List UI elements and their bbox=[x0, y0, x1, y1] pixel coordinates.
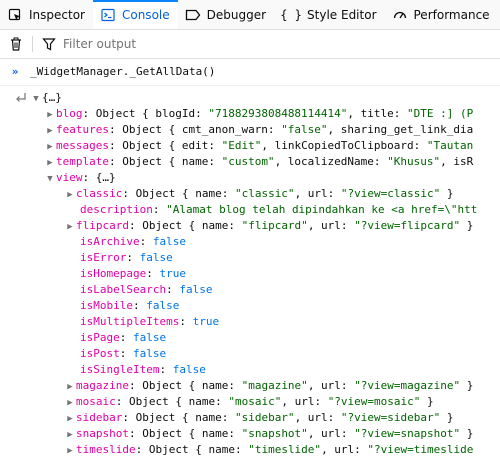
tree-row-bool: isLabelSearch: false bbox=[80, 283, 213, 296]
expanded-arrow-icon[interactable]: ▼ bbox=[30, 91, 42, 106]
tree-row-view[interactable]: ▼ view: {…} bbox=[0, 170, 500, 186]
tree-row-bool: isMultipleItems: true bbox=[80, 315, 220, 328]
tab-label: Style Editor bbox=[307, 7, 377, 22]
tab-console[interactable]: Console bbox=[92, 0, 178, 29]
tree-row-bool: isError: false bbox=[80, 251, 173, 264]
result-object-tree: ▼ {…} ▶ blog: Object { blogId: "7188293808… bbox=[0, 86, 500, 458]
collapsed-arrow-icon[interactable]: ▶ bbox=[44, 123, 56, 138]
tab-debugger[interactable]: Debugger bbox=[178, 0, 274, 29]
collapsed-arrow-icon[interactable]: ▶ bbox=[44, 155, 56, 170]
style-editor-icon: { } bbox=[280, 7, 302, 22]
tree-row-description: description: "Alamat blog telah dipindah… bbox=[80, 203, 478, 216]
tree-row-bool: isPost: false bbox=[80, 347, 167, 360]
tree-row-messages[interactable]: ▶ messages: Object { edit: "Edit", linkCo… bbox=[0, 138, 500, 154]
expanded-arrow-icon[interactable]: ▼ bbox=[44, 171, 56, 186]
tree-row-bool: isHomepage: true bbox=[80, 267, 186, 280]
collapsed-arrow-icon[interactable]: ▶ bbox=[64, 379, 76, 394]
tree-row-snapshot[interactable]: ▶ snapshot: Object { name: "snapshot", ur… bbox=[0, 426, 500, 442]
tree-row-root[interactable]: ▼ {…} bbox=[0, 90, 500, 106]
tree-row-template[interactable]: ▶ template: Object { name: "custom", loca… bbox=[0, 154, 500, 170]
tab-inspector[interactable]: Inspector bbox=[0, 0, 93, 29]
filter-icon bbox=[39, 34, 59, 54]
collapsed-arrow-icon[interactable]: ▶ bbox=[44, 139, 56, 154]
collapsed-arrow-icon[interactable]: ▶ bbox=[64, 427, 76, 442]
collapsed-arrow-icon[interactable]: ▶ bbox=[44, 107, 56, 122]
filter-input[interactable]: Filter output bbox=[63, 37, 136, 51]
tree-row-mosaic[interactable]: ▶ mosaic: Object { name: "mosaic", url: "… bbox=[0, 394, 500, 410]
collapsed-arrow-icon[interactable]: ▶ bbox=[64, 395, 76, 410]
tree-row-classic[interactable]: ▶ classic: Object { name: "classic", url:… bbox=[0, 186, 500, 202]
trash-icon[interactable] bbox=[6, 34, 26, 54]
collapsed-arrow-icon[interactable]: ▶ bbox=[64, 411, 76, 426]
prompt-chevron-icon: » bbox=[11, 65, 19, 78]
tree-row-bool: isMobile: false bbox=[80, 299, 180, 312]
tab-label: Debugger bbox=[206, 7, 267, 22]
tree-row-bool: isPage: false bbox=[80, 331, 167, 344]
tree-row-magazine[interactable]: ▶ magazine: Object { name: "magazine", ur… bbox=[0, 378, 500, 394]
tree-row-features[interactable]: ▶ features: Object { cmt_anon_warn: "fals… bbox=[0, 122, 500, 138]
tab-label: Performance bbox=[413, 7, 490, 22]
tree-row-sidebar[interactable]: ▶ sidebar: Object { name: "sidebar", url:… bbox=[0, 410, 500, 426]
tab-performance[interactable]: Performance bbox=[385, 0, 498, 29]
tree-row-blog[interactable]: ▶ blog: Object { blogId: "718829380848811… bbox=[0, 106, 500, 122]
console-icon bbox=[100, 7, 116, 23]
tab-style-editor[interactable]: { } Style Editor bbox=[274, 0, 384, 29]
collapsed-arrow-icon[interactable]: ▶ bbox=[64, 219, 76, 234]
tree-row-timeslide[interactable]: ▶ timeslide: Object { name: "timeslide", … bbox=[0, 442, 500, 458]
tab-label: Inspector bbox=[29, 7, 85, 22]
devtools-toolbar: Inspector Console Debugger { } Style Edi… bbox=[0, 0, 500, 30]
command-text: _WidgetManager._GetAllData() bbox=[30, 65, 216, 78]
tree-row-bool: isSingleItem: false bbox=[80, 363, 206, 376]
command-entry: » _WidgetManager._GetAllData() bbox=[0, 59, 500, 86]
collapsed-arrow-icon[interactable]: ▶ bbox=[64, 187, 76, 202]
console-output: » _WidgetManager._GetAllData() ▼ {…} ▶ blo… bbox=[0, 59, 500, 458]
collapsed-arrow-icon[interactable]: ▶ bbox=[64, 443, 76, 458]
inspector-icon bbox=[7, 7, 23, 23]
tree-row-bool: isArchive: false bbox=[80, 235, 186, 248]
toolbar-divider bbox=[32, 36, 33, 52]
performance-icon bbox=[392, 7, 408, 23]
tab-label: Console bbox=[121, 7, 170, 22]
console-filter-bar: Filter output bbox=[0, 30, 500, 59]
debugger-icon bbox=[185, 7, 201, 23]
tree-row-flipcard[interactable]: ▶ flipcard: Object { name: "flipcard", ur… bbox=[0, 218, 500, 234]
